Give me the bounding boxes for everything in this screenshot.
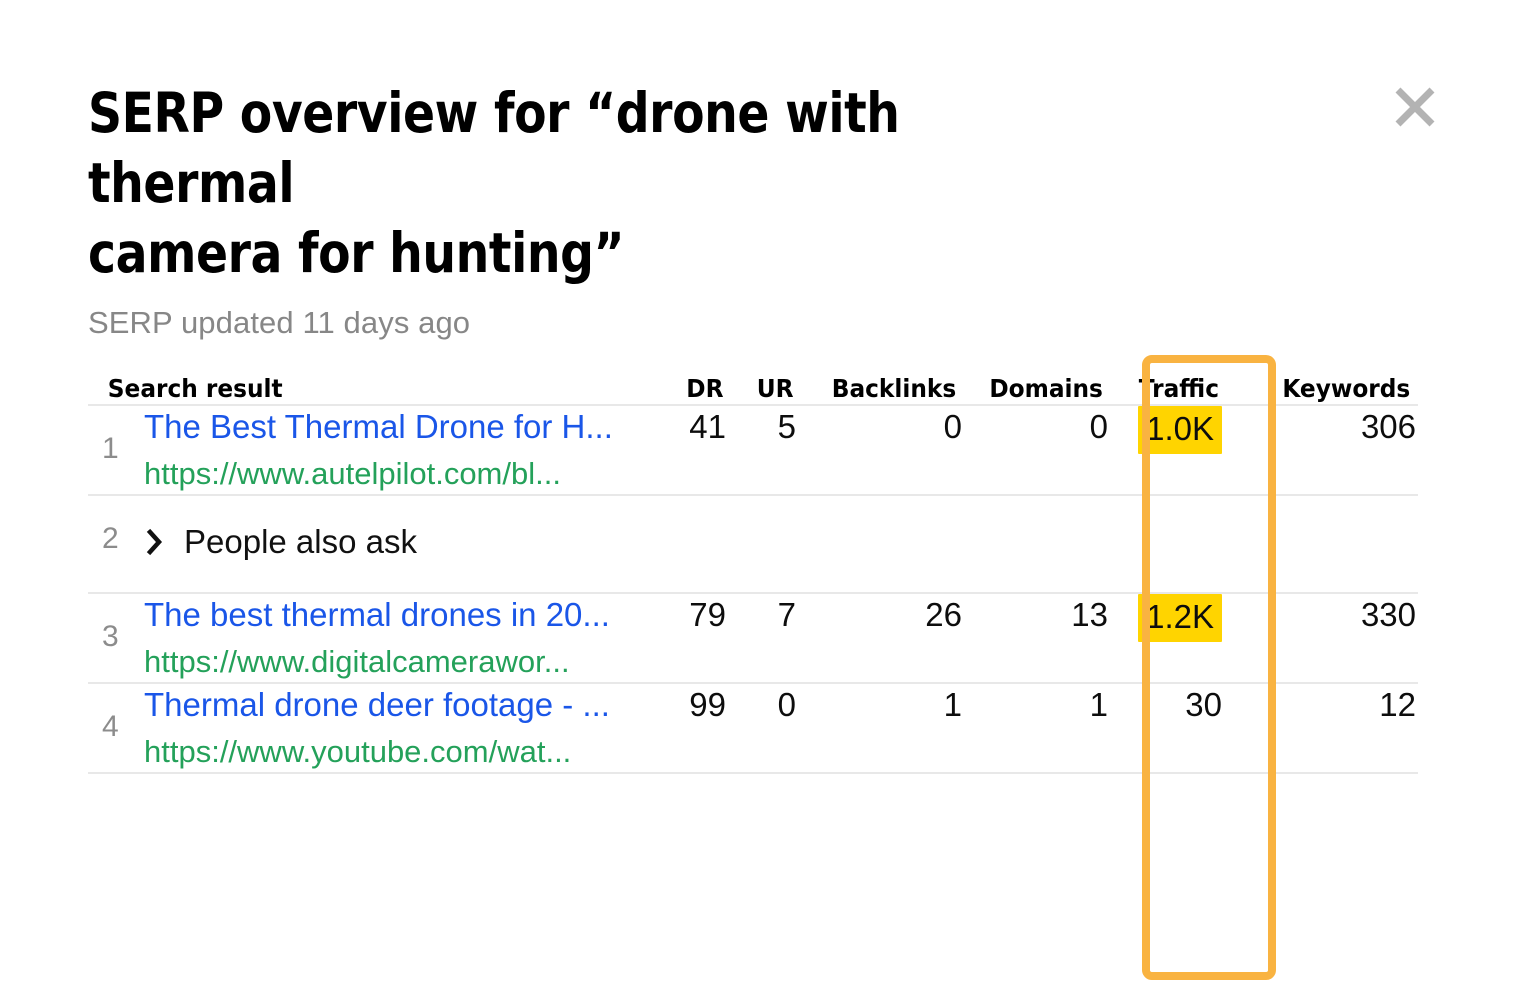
cell-ur: 7: [726, 593, 796, 683]
result-url-link[interactable]: https://www.autelpilot.com/bl...: [144, 454, 654, 494]
result-url-link[interactable]: https://www.youtube.com/wat...: [144, 732, 654, 772]
cell-backlinks: [796, 495, 962, 593]
cell-dr: 41: [654, 405, 726, 495]
cell-traffic: [1108, 495, 1250, 593]
table-header: Search result DR UR Backlinks Domains Tr…: [88, 374, 1418, 405]
table-row[interactable]: 2 People also ask: [88, 495, 1418, 593]
cell-ur: [726, 495, 796, 593]
serp-feature-label: People also ask: [184, 522, 417, 562]
cell-traffic: 1.2K: [1108, 593, 1250, 683]
serp-updated-text: SERP updated 11 days ago: [88, 304, 1238, 342]
result-url-link[interactable]: https://www.digitalcamerawor...: [144, 642, 654, 682]
cell-ur: 5: [726, 405, 796, 495]
rank-number: 2: [102, 520, 119, 558]
table-body: 1 The Best Thermal Drone for H... https://…: [88, 405, 1418, 773]
column-header-search-result[interactable]: Search result: [108, 374, 634, 405]
traffic-highlight: 1.0K: [1138, 406, 1222, 454]
cell-dr: [654, 495, 726, 593]
chevron-right-icon[interactable]: [144, 527, 166, 557]
cell-domains: 13: [962, 593, 1108, 683]
cell-domains: 0: [962, 405, 1108, 495]
column-header-domains[interactable]: Domains: [967, 374, 1103, 405]
cell-domains: 1: [962, 683, 1108, 773]
serp-results-table: Search result DR UR Backlinks Domains Tr…: [88, 374, 1418, 774]
close-icon: [1390, 82, 1440, 132]
table-row[interactable]: 1 The Best Thermal Drone for H... https://…: [88, 405, 1418, 495]
cell-backlinks: 0: [796, 405, 962, 495]
cell-domains: [962, 495, 1108, 593]
result-title-link[interactable]: The best thermal drones in 20...: [144, 594, 654, 636]
table-row[interactable]: 3 The best thermal drones in 20... https:/…: [88, 593, 1418, 683]
search-result-cell[interactable]: 1 The Best Thermal Drone for H... https://…: [88, 405, 654, 495]
column-header-traffic[interactable]: Traffic: [1113, 374, 1245, 405]
search-result-cell[interactable]: 4 Thermal drone deer footage - ... https:/…: [88, 683, 654, 773]
serp-overview-panel: SERP overview for “drone with thermal ca…: [0, 0, 1520, 996]
page-title: SERP overview for “drone with thermal ca…: [88, 78, 1077, 288]
search-result-cell[interactable]: 3 The best thermal drones in 20... https:/…: [88, 593, 654, 683]
table-header-row: Search result DR UR Backlinks Domains Tr…: [88, 374, 1418, 405]
cell-backlinks: 26: [796, 593, 962, 683]
column-header-backlinks[interactable]: Backlinks: [802, 374, 956, 405]
cell-keywords: 12: [1250, 683, 1418, 773]
cell-ur: 0: [726, 683, 796, 773]
cell-traffic: 1.0K: [1108, 405, 1250, 495]
cell-dr: 99: [654, 683, 726, 773]
column-header-keywords[interactable]: Keywords: [1256, 374, 1412, 405]
panel-header: SERP overview for “drone with thermal ca…: [88, 78, 1238, 342]
rank-number: 3: [102, 618, 119, 656]
table-row[interactable]: 4 Thermal drone deer footage - ... https:/…: [88, 683, 1418, 773]
result-title-link[interactable]: The Best Thermal Drone for H...: [144, 406, 654, 448]
cell-keywords: [1250, 495, 1418, 593]
traffic-highlight: 1.2K: [1138, 594, 1222, 642]
rank-number: 1: [102, 430, 119, 468]
result-title-link[interactable]: Thermal drone deer footage - ...: [144, 684, 654, 726]
cell-backlinks: 1: [796, 683, 962, 773]
column-header-ur[interactable]: UR: [728, 374, 793, 405]
cell-keywords: 306: [1250, 405, 1418, 495]
close-button[interactable]: [1388, 80, 1442, 134]
rank-number: 4: [102, 708, 119, 746]
cell-keywords: 330: [1250, 593, 1418, 683]
serp-feature-cell[interactable]: 2 People also ask: [88, 495, 654, 593]
cell-traffic: 30: [1108, 683, 1250, 773]
column-header-dr[interactable]: DR: [657, 374, 724, 405]
cell-dr: 79: [654, 593, 726, 683]
